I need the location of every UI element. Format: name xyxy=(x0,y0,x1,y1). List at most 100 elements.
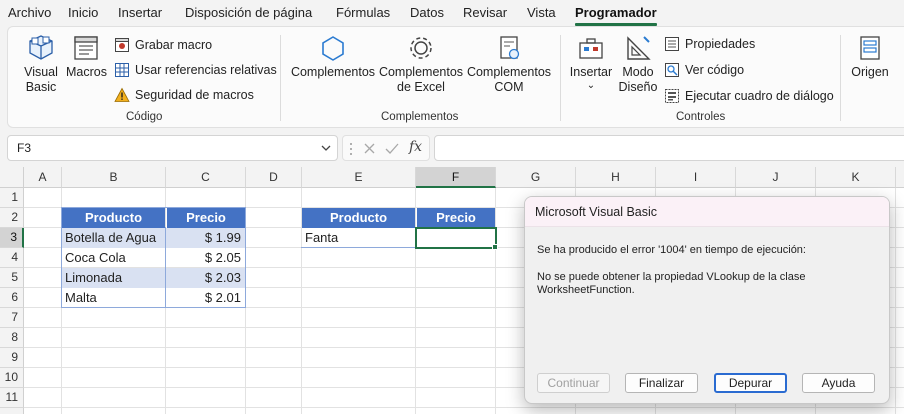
table-cell[interactable]: Malta xyxy=(62,288,165,308)
name-box-value: F3 xyxy=(17,141,32,155)
grabar-macro-label: Grabar macro xyxy=(135,38,213,52)
complementos-excel-label-2: de Excel xyxy=(397,80,445,94)
table-header-precio[interactable]: Precio xyxy=(416,208,495,228)
design-mode-icon xyxy=(627,36,651,60)
tab-vista[interactable]: Vista xyxy=(527,5,556,20)
ribbon: Visual Basic Macros Grabar macro Usar re… xyxy=(7,26,904,128)
chevron-down-icon[interactable] xyxy=(321,144,331,152)
ejecutar-cuadro-label: Ejecutar cuadro de diálogo xyxy=(685,89,834,103)
row-header-12[interactable] xyxy=(0,408,24,414)
gridline xyxy=(245,188,246,414)
column-header-c[interactable]: C xyxy=(166,167,246,188)
column-header-g[interactable]: G xyxy=(496,167,576,188)
tab-archivo[interactable]: Archivo xyxy=(8,5,51,20)
visual-basic-label-1: Visual xyxy=(24,65,58,79)
menu-bar: Archivo Inicio Insertar Disposición de p… xyxy=(0,0,904,26)
tab-disposicion[interactable]: Disposición de página xyxy=(185,5,312,20)
enter-icon[interactable] xyxy=(385,142,399,155)
row-header-5[interactable]: 5 xyxy=(0,268,24,288)
depurar-button[interactable]: Depurar xyxy=(714,373,787,393)
column-header-k[interactable]: K xyxy=(816,167,896,188)
table-header-producto[interactable]: Producto xyxy=(302,208,415,228)
complementos-label: Complementos xyxy=(290,65,376,79)
tab-programador[interactable]: Programador xyxy=(575,5,657,20)
row-header-10[interactable]: 10 xyxy=(0,368,24,388)
column-header-b[interactable]: B xyxy=(62,167,166,188)
column-header-j[interactable]: J xyxy=(736,167,816,188)
finalizar-button[interactable]: Finalizar xyxy=(625,373,698,393)
row-header-2[interactable]: 2 xyxy=(0,208,24,228)
row-header-7[interactable]: 7 xyxy=(0,308,24,328)
properties-icon xyxy=(665,37,679,51)
row-header-9[interactable]: 9 xyxy=(0,348,24,368)
column-header-f[interactable]: F xyxy=(416,167,496,188)
complementos-excel-button[interactable]: Complementos de Excel xyxy=(378,33,464,95)
modo-diseno-button[interactable]: Modo Diseño xyxy=(616,33,660,95)
seguridad-macros-label: Seguridad de macros xyxy=(135,88,254,102)
ver-codigo-button[interactable]: Ver código xyxy=(664,60,744,80)
table-cell[interactable]: $ 2.01 xyxy=(166,288,245,308)
complementos-com-button[interactable]: Complementos COM xyxy=(466,33,552,95)
formula-controls: fx xyxy=(342,135,430,161)
complementos-com-label-2: COM xyxy=(494,80,524,94)
tab-revisar[interactable]: Revisar xyxy=(463,5,507,20)
insert-function-icon[interactable]: fx xyxy=(409,139,422,155)
complementos-button[interactable]: Complementos xyxy=(290,33,376,80)
tab-formulas[interactable]: Fórmulas xyxy=(336,5,390,20)
table-cell[interactable]: $ 1.99 xyxy=(166,228,245,248)
group-label-codigo: Código xyxy=(126,111,163,123)
column-header-l[interactable] xyxy=(896,167,904,188)
complementos-excel-label-1: Complementos xyxy=(378,65,464,79)
visual-basic-button[interactable]: Visual Basic xyxy=(20,33,62,95)
table-cell[interactable]: $ 2.05 xyxy=(166,248,245,268)
insertar-control-button[interactable]: Insertar ⌄ xyxy=(568,33,614,92)
drag-handle-icon xyxy=(350,143,352,155)
column-header-a[interactable]: A xyxy=(24,167,62,188)
row-header-11[interactable]: 11 xyxy=(0,388,24,408)
table-cell[interactable]: Coca Cola xyxy=(62,248,165,268)
column-header-h[interactable]: H xyxy=(576,167,656,188)
row-header-6[interactable]: 6 xyxy=(0,288,24,308)
fill-handle[interactable] xyxy=(492,244,498,250)
view-code-icon xyxy=(665,63,679,77)
select-all-corner[interactable] xyxy=(0,167,24,188)
tab-insertar[interactable]: Insertar xyxy=(118,5,162,20)
usar-referencias-button[interactable]: Usar referencias relativas xyxy=(114,60,277,80)
dialog-title[interactable]: Microsoft Visual Basic xyxy=(525,197,889,227)
formula-input[interactable] xyxy=(434,135,904,161)
row-header-1[interactable]: 1 xyxy=(0,188,24,208)
propiedades-label: Propiedades xyxy=(685,37,756,51)
origen-button[interactable]: Origen xyxy=(848,33,892,80)
record-macro-icon xyxy=(115,38,129,52)
continuar-button[interactable]: Continuar xyxy=(537,373,610,393)
tab-datos[interactable]: Datos xyxy=(410,5,444,20)
table-border xyxy=(165,227,166,307)
table-cell[interactable]: $ 2.03 xyxy=(166,268,245,288)
propiedades-button[interactable]: Propiedades xyxy=(664,34,755,54)
column-header-d[interactable]: D xyxy=(246,167,302,188)
row-header-8[interactable]: 8 xyxy=(0,328,24,348)
tab-inicio[interactable]: Inicio xyxy=(68,5,98,20)
name-box[interactable]: F3 xyxy=(7,135,338,161)
row-header-4[interactable]: 4 xyxy=(0,248,24,268)
column-header-e[interactable]: E xyxy=(302,167,416,188)
ayuda-button[interactable]: Ayuda xyxy=(802,373,875,393)
table-cell[interactable]: Fanta xyxy=(302,228,415,248)
cancel-icon[interactable] xyxy=(363,142,376,155)
table-cell[interactable]: Botella de Agua xyxy=(62,228,165,248)
vba-error-dialog: Microsoft Visual Basic Se ha producido e… xyxy=(524,196,890,404)
table-cell[interactable]: Limonada xyxy=(62,268,165,288)
insertar-label: Insertar xyxy=(569,65,613,79)
toolbox-icon xyxy=(579,38,603,59)
column-header-i[interactable]: I xyxy=(656,167,736,188)
table-header-producto[interactable]: Producto xyxy=(62,208,165,228)
group-separator xyxy=(560,35,561,121)
active-cell-selection[interactable] xyxy=(415,227,497,249)
seguridad-macros-button[interactable]: Seguridad de macros xyxy=(114,85,254,105)
grabar-macro-button[interactable]: Grabar macro xyxy=(114,35,212,55)
macros-button[interactable]: Macros xyxy=(66,33,107,80)
table-header-precio[interactable]: Precio xyxy=(166,208,245,228)
ejecutar-cuadro-button[interactable]: Ejecutar cuadro de diálogo xyxy=(664,86,834,106)
group-separator xyxy=(280,35,281,121)
row-header-3[interactable]: 3 xyxy=(0,228,24,248)
